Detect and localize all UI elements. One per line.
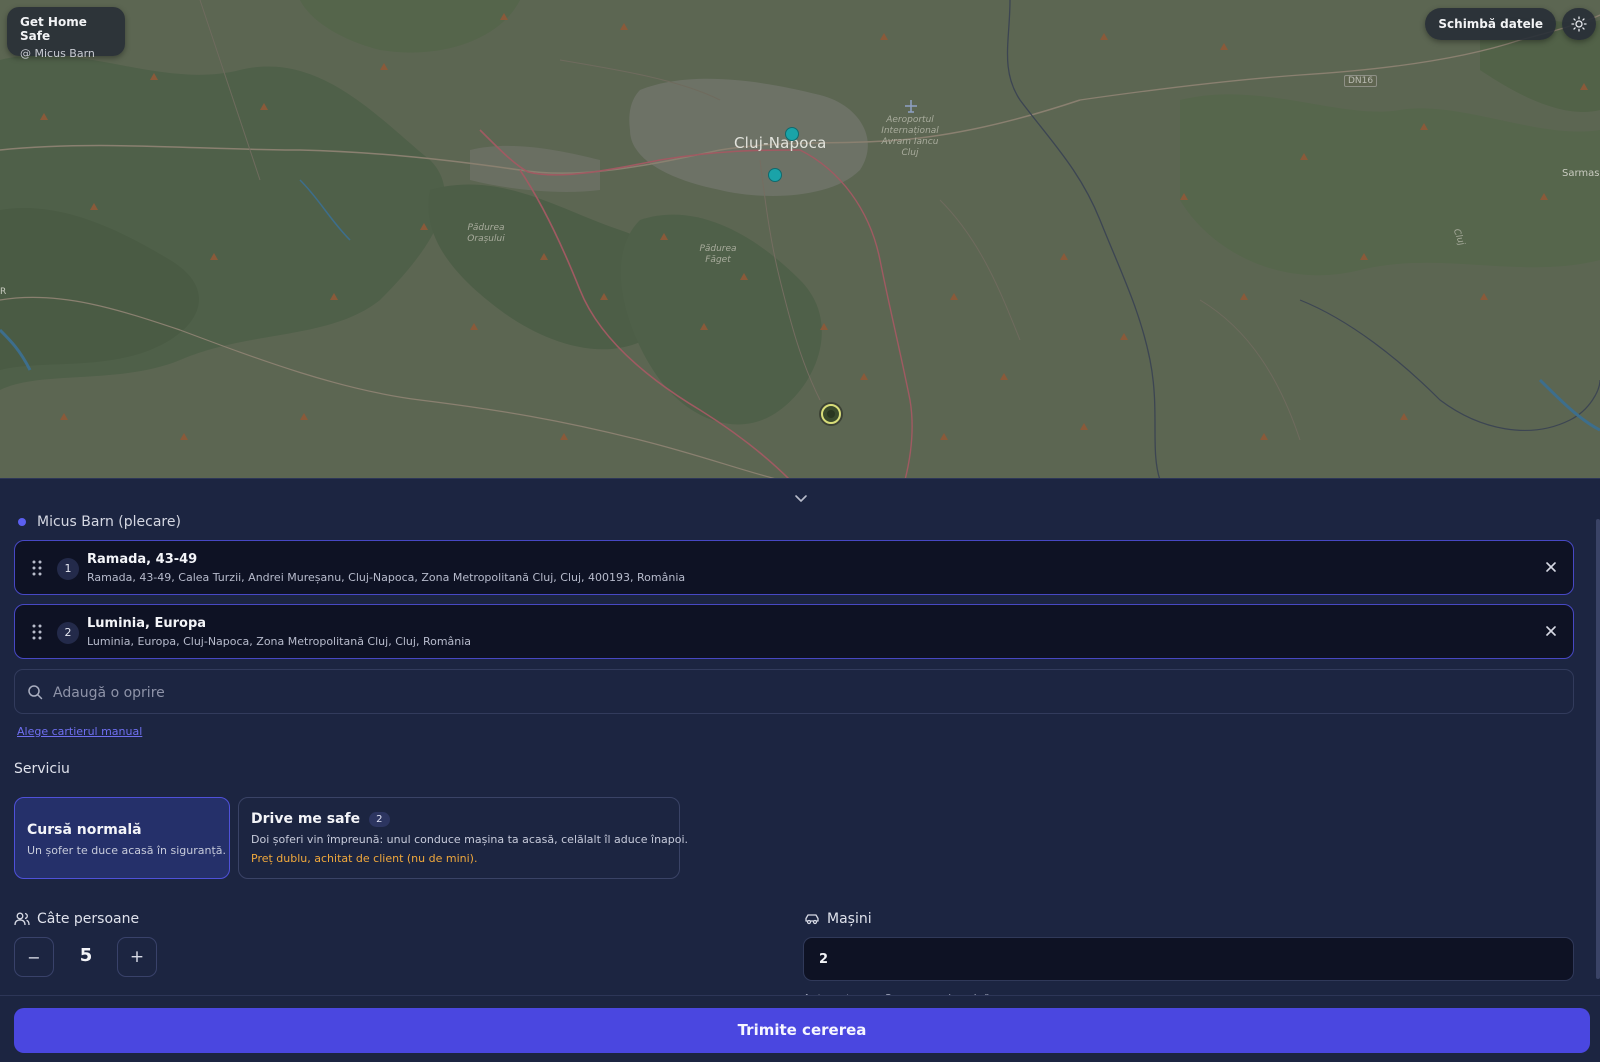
- change-data-button[interactable]: Schimbă datele: [1425, 8, 1556, 40]
- service-price-note: Preț dublu, achitat de client (nu de min…: [251, 852, 478, 865]
- close-icon[interactable]: [1545, 625, 1557, 637]
- panel-scrollbar[interactable]: [1596, 519, 1600, 979]
- map-forest-label: Pădurea Orașului: [467, 223, 505, 244]
- users-icon: [14, 912, 30, 926]
- service-option-drive-me-safe[interactable]: Drive me safe 2 Doi șoferi vin împreună:…: [238, 797, 689, 879]
- stop-number: 2: [57, 622, 79, 644]
- add-stop-field[interactable]: [14, 669, 1574, 714]
- panel-footer: Trimite cererea: [0, 995, 1600, 1062]
- drag-handle-icon[interactable]: [32, 624, 42, 640]
- app-user: @ Micus Barn: [20, 47, 95, 60]
- theme-toggle-button[interactable]: [1562, 8, 1596, 40]
- trip-panel: Micus Barn (plecare) 1 Ramada, 43-49 Ram…: [0, 478, 1600, 1062]
- origin-row: Micus Barn (plecare): [18, 514, 181, 530]
- service-description: Un șofer te duce acasă în siguranță.: [27, 844, 227, 857]
- add-stop-input[interactable]: [51, 678, 1555, 708]
- service-description: Doi șoferi vin împreună: unul conduce ma…: [251, 833, 689, 846]
- service-title: Cursă normală: [27, 822, 142, 838]
- origin-location-marker[interactable]: [821, 404, 841, 424]
- plus-icon: +: [129, 947, 145, 967]
- cars-label-row: Mașini: [804, 911, 872, 927]
- submit-request-button[interactable]: Trimite cererea: [14, 1008, 1590, 1053]
- app-badge: Get Home Safe @ Micus Barn: [7, 7, 125, 60]
- map-road-shield: DN16: [1344, 75, 1378, 87]
- service-title: Drive me safe: [251, 811, 361, 827]
- people-count: 5: [79, 945, 93, 966]
- stop-address: Luminia, Europa, Cluj-Napoca, Zona Metro…: [87, 635, 472, 648]
- people-decrement-button[interactable]: −: [14, 937, 54, 977]
- driver-count-badge: 2: [369, 811, 390, 827]
- people-label: Câte persoane: [37, 911, 140, 927]
- map-forest-label: Pădurea Făget: [699, 244, 737, 265]
- minus-icon: −: [27, 947, 41, 967]
- origin-label: Micus Barn (plecare): [37, 514, 181, 530]
- close-icon[interactable]: [1545, 561, 1557, 573]
- stop-title: Luminia, Europa: [87, 616, 207, 631]
- app-title: Get Home Safe: [20, 15, 87, 43]
- car-icon: [805, 914, 819, 925]
- manual-neighborhood-link[interactable]: Alege cartierul manual: [17, 725, 142, 738]
- search-icon: [28, 685, 43, 700]
- service-option-normal[interactable]: Cursă normală Un șofer te duce acasă în …: [14, 797, 230, 879]
- cars-label: Mașini: [827, 911, 872, 927]
- chevron-down-icon[interactable]: [794, 493, 808, 503]
- map-city-label: Cluj-Napoca: [734, 134, 827, 152]
- map-airport-label: Aeroportul Internațional Avram Iancu Clu…: [881, 115, 939, 158]
- stop-number: 1: [57, 558, 79, 580]
- stop-card[interactable]: 1 Ramada, 43-49 Ramada, 43-49, Calea Tur…: [14, 540, 1574, 595]
- sun-icon: [1571, 16, 1587, 32]
- map-canvas[interactable]: [0, 0, 1600, 480]
- origin-dot-icon: [18, 518, 26, 526]
- stop-card[interactable]: 2 Luminia, Europa Luminia, Europa, Cluj-…: [14, 604, 1574, 659]
- map-town-label: Sarmas: [1562, 168, 1600, 179]
- stop-title: Ramada, 43-49: [87, 552, 198, 567]
- stop-address: Ramada, 43-49, Calea Turzii, Andrei Mure…: [87, 571, 686, 584]
- map-edge-label: R: [0, 287, 7, 297]
- stop-marker[interactable]: [785, 127, 799, 141]
- people-label-row: Câte persoane: [14, 911, 139, 927]
- drag-handle-icon[interactable]: [32, 560, 42, 576]
- people-increment-button[interactable]: +: [117, 937, 157, 977]
- map[interactable]: Cluj-Napoca Aeroportul Internațional Avr…: [0, 0, 1600, 480]
- service-section-label: Serviciu: [14, 761, 70, 777]
- stop-marker[interactable]: [768, 168, 782, 182]
- cars-input[interactable]: 2: [803, 937, 1574, 981]
- service-title-row: Drive me safe 2: [251, 811, 667, 827]
